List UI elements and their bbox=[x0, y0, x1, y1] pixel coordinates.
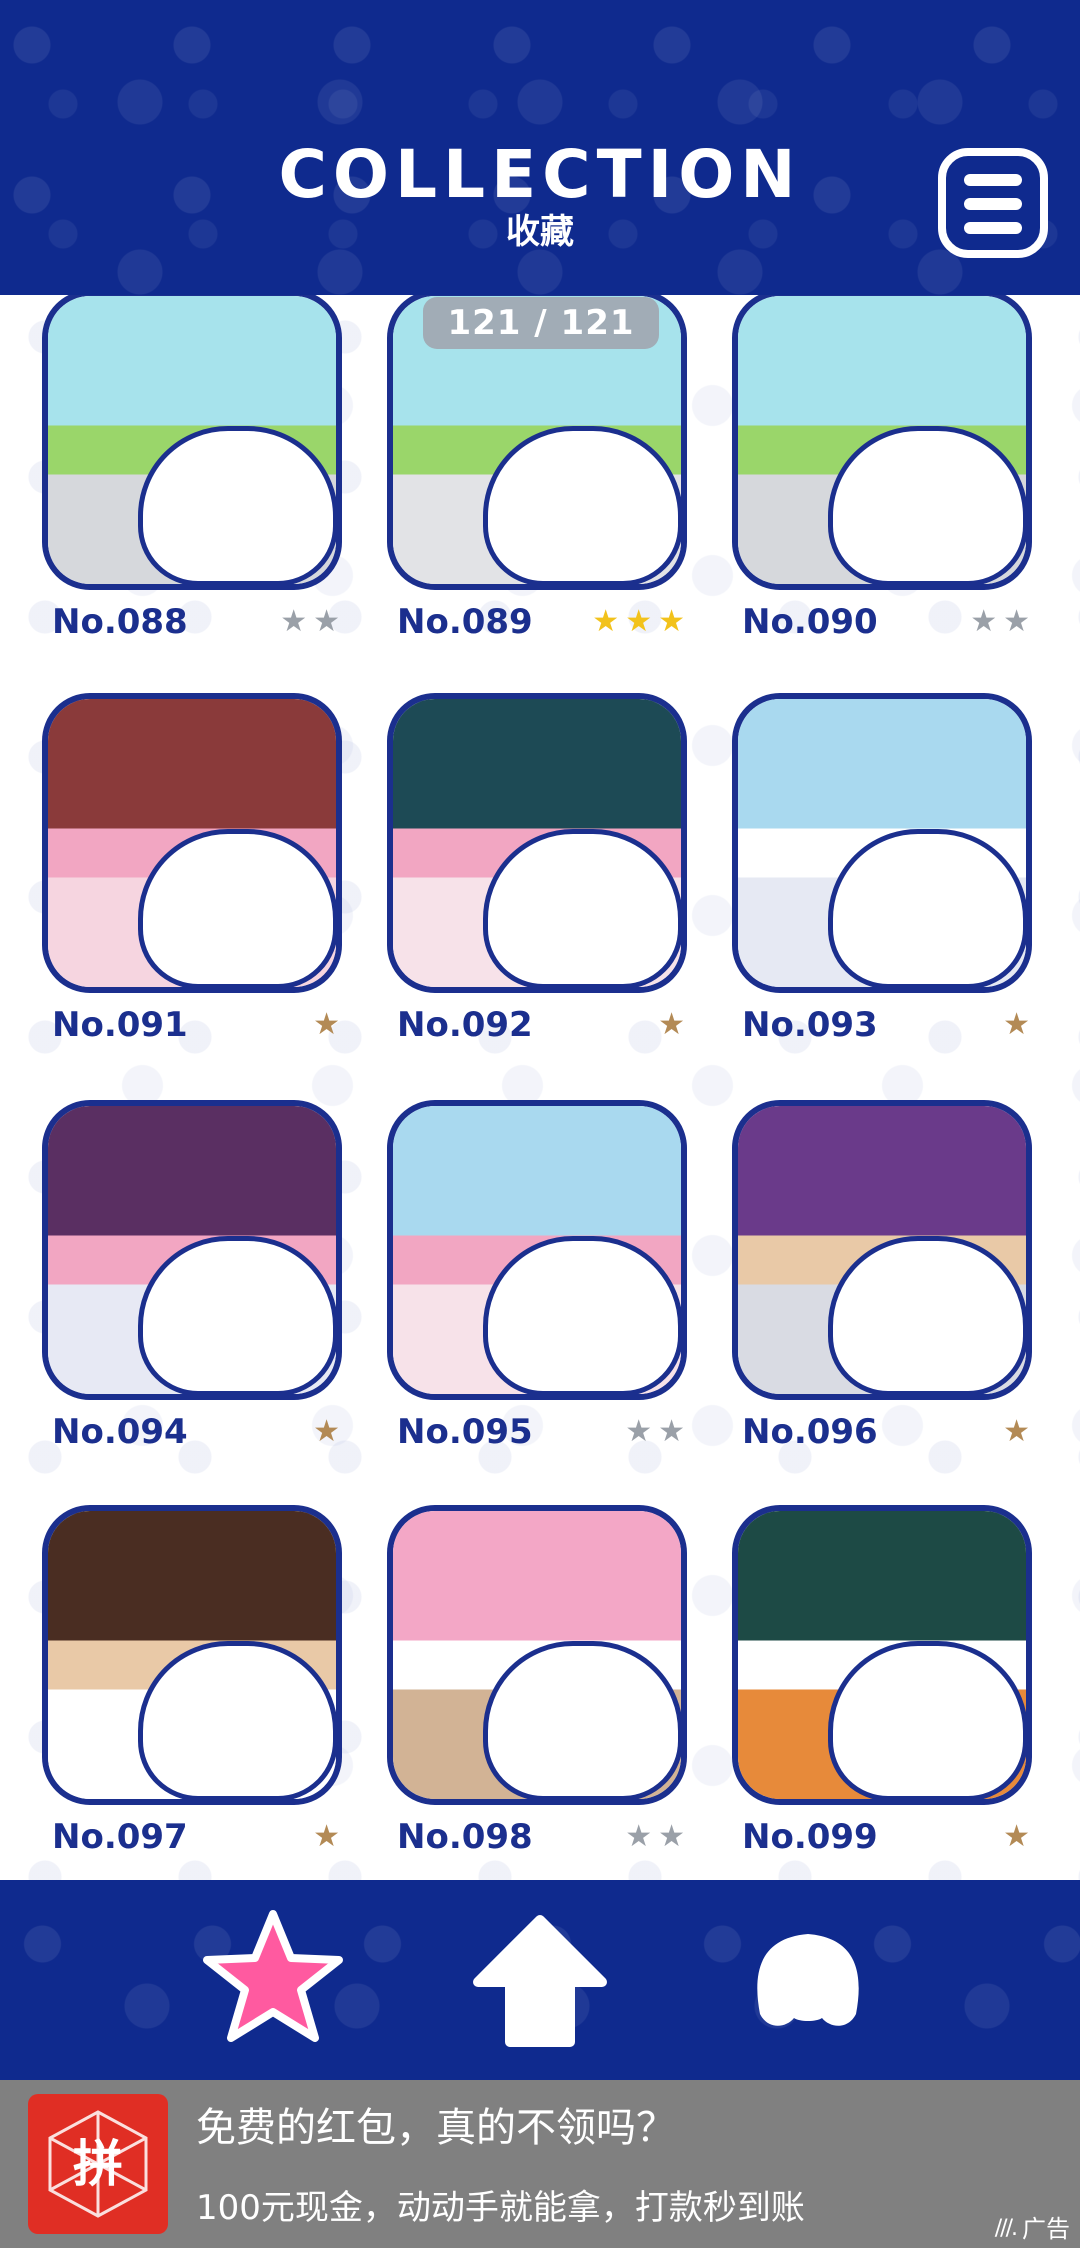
star-icon: ★ bbox=[625, 1414, 653, 1449]
star-icon: ★ bbox=[1003, 604, 1030, 639]
card-star-rating: ★ bbox=[882, 1005, 1030, 1045]
ad-label: ///. 广告 bbox=[995, 2214, 1070, 2244]
star-icon bbox=[203, 1910, 343, 2042]
character-illustration bbox=[138, 1236, 336, 1394]
collection-card[interactable] bbox=[42, 693, 342, 993]
card-illustration bbox=[738, 296, 1026, 584]
card-illustration bbox=[48, 1106, 336, 1394]
card-number: No.097 bbox=[52, 1817, 188, 1857]
card-star-rating: ★ bbox=[192, 1005, 340, 1045]
star-icon: ★ bbox=[313, 604, 340, 639]
card-number: No.098 bbox=[397, 1817, 533, 1857]
character-illustration bbox=[483, 426, 681, 584]
character-illustration bbox=[483, 829, 681, 987]
card-star-rating: ★ ★ ★ bbox=[537, 602, 685, 642]
character-illustration bbox=[138, 829, 336, 987]
collection-card[interactable] bbox=[42, 1100, 342, 1400]
card-star-rating: ★ ★ bbox=[192, 602, 340, 642]
menu-button[interactable] bbox=[938, 148, 1048, 258]
ad-app-icon: 拼 bbox=[28, 2094, 168, 2234]
card-illustration bbox=[393, 699, 681, 987]
ad-icon-text: 拼 bbox=[73, 2135, 123, 2193]
character-illustration bbox=[828, 1236, 1026, 1394]
character-illustration bbox=[828, 1641, 1026, 1799]
card-illustration bbox=[393, 1511, 681, 1799]
card-illustration bbox=[48, 699, 336, 987]
nav-collection-button[interactable] bbox=[195, 1902, 351, 2058]
ad-network-logo-icon: ///. bbox=[994, 2216, 1018, 2241]
star-icon: ★ bbox=[280, 604, 308, 639]
character-illustration bbox=[828, 426, 1026, 584]
star-icon: ★ bbox=[1003, 1819, 1030, 1854]
collection-card[interactable] bbox=[732, 1505, 1032, 1805]
bottom-navigation bbox=[0, 1880, 1080, 2080]
card-star-rating: ★ ★ bbox=[882, 602, 1030, 642]
page-title: COLLECTION bbox=[278, 136, 802, 213]
card-star-rating: ★ bbox=[537, 1005, 685, 1045]
header-bar: COLLECTION 收藏 bbox=[0, 0, 1080, 295]
star-icon: ★ bbox=[313, 1007, 340, 1042]
collection-card[interactable] bbox=[387, 693, 687, 993]
star-icon: ★ bbox=[658, 1819, 685, 1854]
card-number: No.096 bbox=[742, 1412, 878, 1452]
card-number: No.089 bbox=[397, 602, 533, 642]
card-number: No.095 bbox=[397, 1412, 533, 1452]
star-icon: ★ bbox=[313, 1819, 340, 1854]
collection-progress: 121 / 121 bbox=[423, 297, 659, 349]
card-number: No.093 bbox=[742, 1005, 878, 1045]
collection-card[interactable] bbox=[387, 1505, 687, 1805]
star-icon: ★ bbox=[970, 604, 998, 639]
star-icon: ★ bbox=[658, 1414, 685, 1449]
star-icon: ★ bbox=[658, 604, 685, 639]
nav-profile-button[interactable] bbox=[730, 1902, 886, 2058]
collection-grid[interactable]: No.088 ★ ★ No.089 ★ ★ ★ No.090 ★ ★ No.091 ★ No.092 ★ N… bbox=[0, 295, 1080, 1880]
card-illustration bbox=[738, 1511, 1026, 1799]
card-number: No.091 bbox=[52, 1005, 188, 1045]
card-star-rating: ★ ★ bbox=[537, 1817, 685, 1857]
collection-card[interactable] bbox=[732, 1100, 1032, 1400]
star-icon: ★ bbox=[625, 1819, 653, 1854]
collection-card[interactable] bbox=[42, 295, 342, 590]
nav-home-button[interactable] bbox=[462, 1902, 618, 2058]
character-illustration bbox=[828, 829, 1026, 987]
card-number: No.092 bbox=[397, 1005, 533, 1045]
ad-description: 100元现金，动动手就能拿，打款秒到账 bbox=[196, 2188, 805, 2228]
character-illustration bbox=[138, 426, 336, 584]
dog-head-icon bbox=[757, 1934, 859, 2026]
star-icon: ★ bbox=[1003, 1007, 1030, 1042]
card-star-rating: ★ bbox=[192, 1412, 340, 1452]
star-icon: ★ bbox=[592, 604, 620, 639]
star-icon: ★ bbox=[625, 604, 653, 639]
ad-title: 免费的红包，真的不领吗？ bbox=[196, 2105, 676, 2151]
card-illustration bbox=[393, 1106, 681, 1394]
page-subtitle: 收藏 bbox=[506, 212, 574, 252]
ad-banner[interactable]: 拼 免费的红包，真的不领吗？ 100元现金，动动手就能拿，打款秒到账 ///. … bbox=[0, 2080, 1080, 2248]
collection-card[interactable] bbox=[42, 1505, 342, 1805]
card-illustration bbox=[48, 296, 336, 584]
ad-label-text: 广告 bbox=[1022, 2215, 1070, 2243]
card-illustration bbox=[738, 699, 1026, 987]
card-number: No.099 bbox=[742, 1817, 878, 1857]
card-star-rating: ★ bbox=[192, 1817, 340, 1857]
collection-card[interactable] bbox=[387, 1100, 687, 1400]
collection-card[interactable] bbox=[732, 295, 1032, 590]
star-icon: ★ bbox=[313, 1414, 340, 1449]
card-number: No.090 bbox=[742, 602, 878, 642]
card-number: No.094 bbox=[52, 1412, 188, 1452]
character-illustration bbox=[138, 1641, 336, 1799]
character-illustration bbox=[483, 1641, 681, 1799]
card-number: No.088 bbox=[52, 602, 188, 642]
card-illustration bbox=[738, 1106, 1026, 1394]
hamburger-menu-icon bbox=[964, 174, 1022, 186]
collection-card[interactable] bbox=[732, 693, 1032, 993]
star-icon: ★ bbox=[1003, 1414, 1030, 1449]
card-star-rating: ★ bbox=[882, 1412, 1030, 1452]
card-illustration bbox=[48, 1511, 336, 1799]
card-star-rating: ★ bbox=[882, 1817, 1030, 1857]
character-illustration bbox=[483, 1236, 681, 1394]
star-icon: ★ bbox=[658, 1007, 685, 1042]
home-icon bbox=[473, 1915, 607, 2047]
card-star-rating: ★ ★ bbox=[537, 1412, 685, 1452]
